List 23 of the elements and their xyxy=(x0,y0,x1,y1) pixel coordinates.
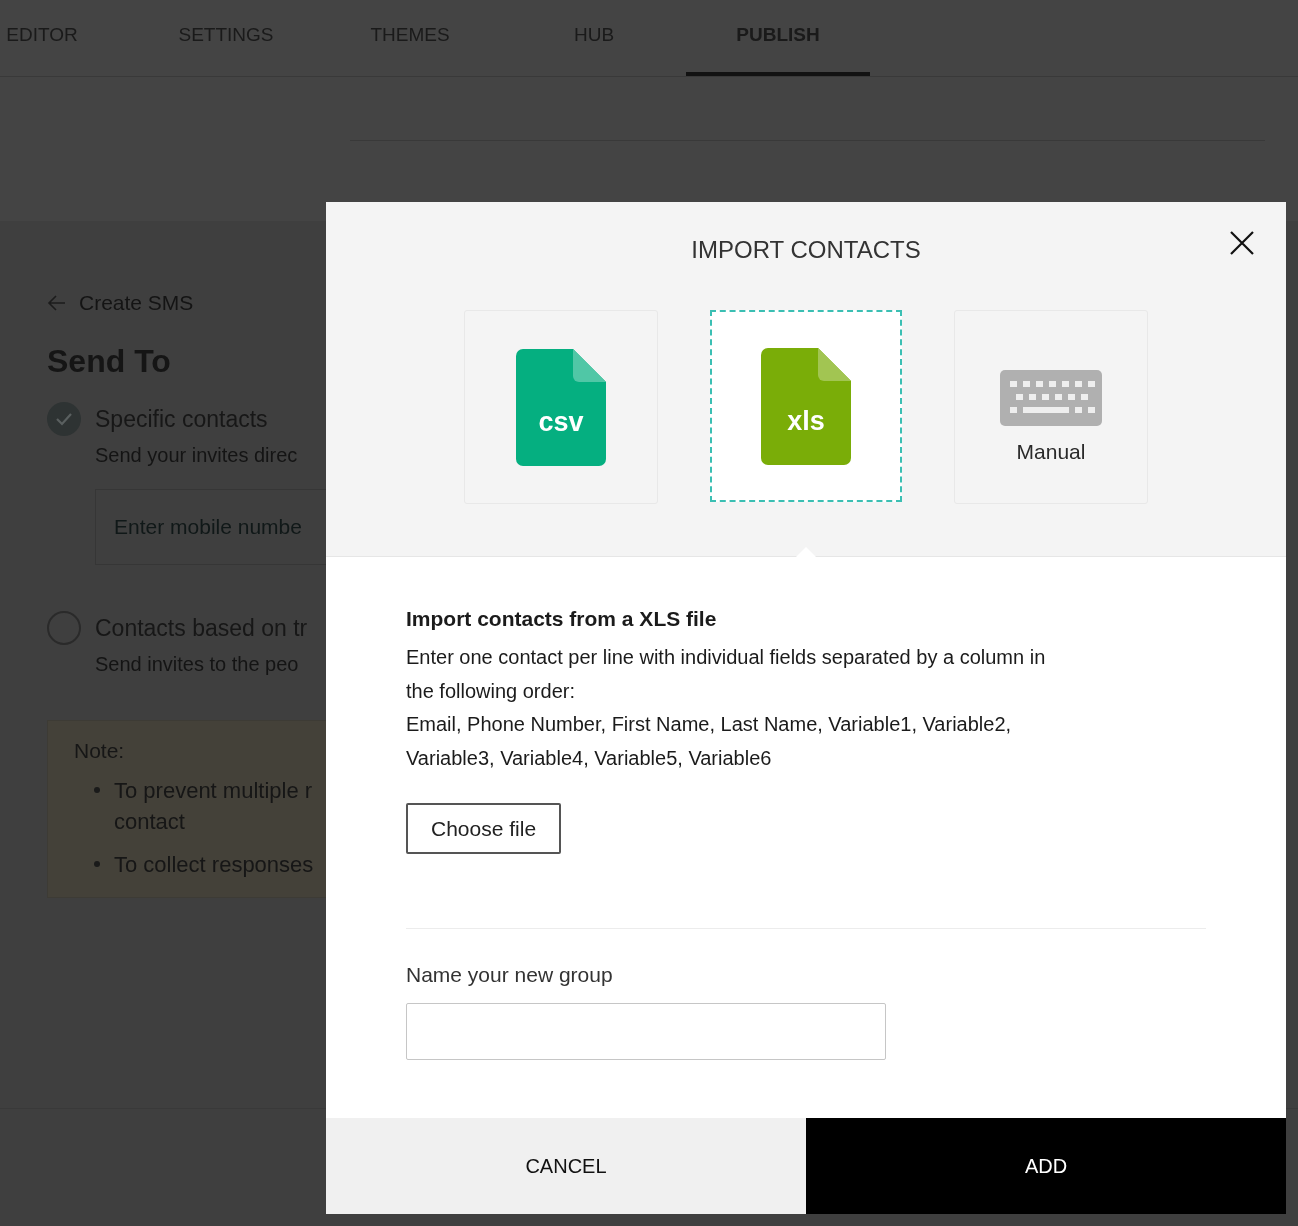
file-type-label: xls xyxy=(787,405,825,437)
add-button[interactable]: ADD xyxy=(806,1118,1286,1214)
folded-corner xyxy=(818,347,851,381)
file-type-label: csv xyxy=(538,406,584,438)
field-label: Name your new group xyxy=(406,963,614,987)
choose-file-button[interactable]: Choose file xyxy=(406,803,562,854)
fields-order-text: Email, Phone Number, First Name, Last Name, Variable1, Variable2, Variable3, Variable4, Variable5, Variable6 xyxy=(406,712,1013,771)
keyboard-icon xyxy=(1000,370,1102,426)
group-name-input[interactable] xyxy=(406,1003,886,1060)
instructions-text: Enter one contact per line with individual fields separated by a column in the following order: xyxy=(406,645,1046,704)
dialog-title: IMPORT CONTACTS xyxy=(690,236,922,264)
folded-corner xyxy=(573,348,606,382)
bullet-icon xyxy=(94,787,100,793)
source-tile[interactable]: csv xyxy=(464,310,658,504)
bullet-icon xyxy=(94,861,100,867)
source-tile[interactable]: Manual xyxy=(954,310,1148,504)
radio-button[interactable] xyxy=(47,402,81,436)
tile-label: Manual xyxy=(1016,440,1086,464)
check-icon xyxy=(55,411,73,427)
cancel-button[interactable]: CANCEL xyxy=(326,1118,806,1214)
section-heading: Import contacts from a XLS file xyxy=(406,607,718,631)
back-arrow-icon xyxy=(47,294,67,312)
close-icon[interactable] xyxy=(1229,230,1255,256)
